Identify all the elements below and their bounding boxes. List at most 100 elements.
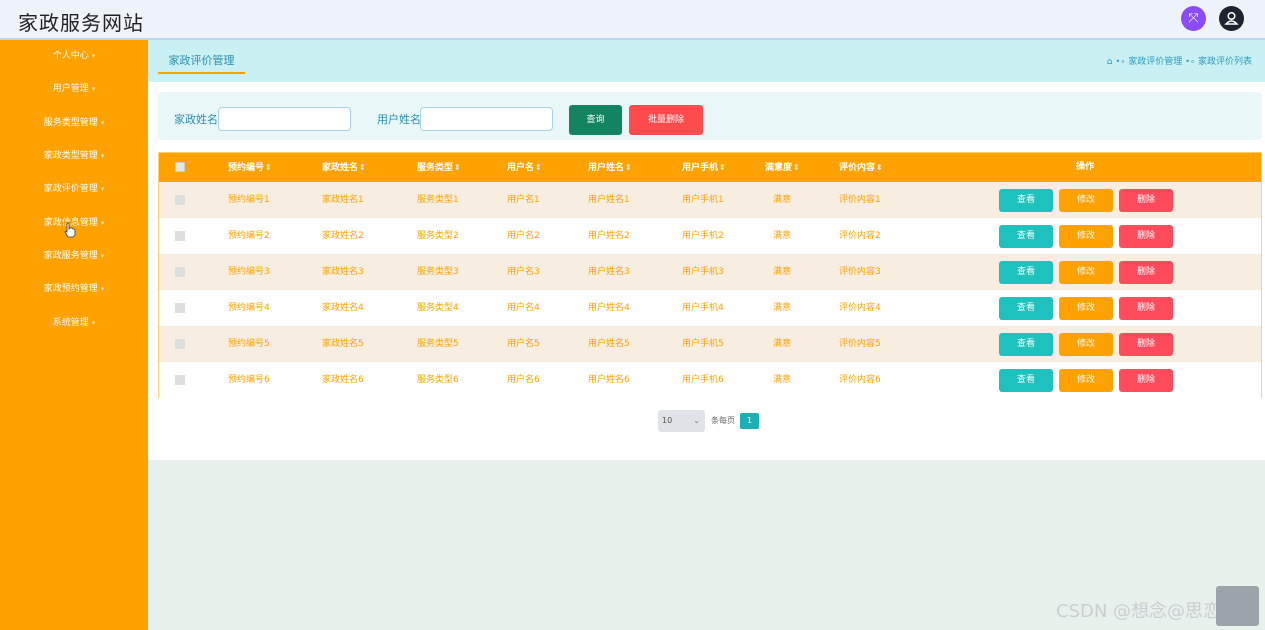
table-cell: 服务类型3 (417, 267, 459, 277)
sidebar-item-bookings[interactable]: 家政预约管理 ▾ (0, 278, 148, 300)
sidebar-item-label: 用户管理 (52, 84, 89, 94)
sidebar-item-service-types[interactable]: 服务类型管理 ▾ (0, 112, 148, 134)
column-header[interactable]: 家政姓名⇕ (322, 153, 366, 182)
table-cell: 家政姓名2 (322, 231, 364, 241)
user-name-label: 用户姓名 (377, 113, 421, 126)
user-icon[interactable] (1219, 6, 1244, 31)
edit-button[interactable]: 修改 (1059, 189, 1113, 212)
edit-button[interactable]: 修改 (1059, 261, 1113, 284)
delete-button[interactable]: 删除 (1119, 261, 1173, 284)
table-row: 预约编号3 家政姓名3 服务类型3 用户名3 用户姓名3 用户手机3 满意 评价… (159, 254, 1261, 290)
table-row: 预约编号6 家政姓名6 服务类型6 用户名6 用户姓名6 用户手机6 满意 评价… (159, 362, 1261, 398)
tab-evaluation-management[interactable]: 家政评价管理 (158, 52, 245, 74)
row-checkbox[interactable] (175, 231, 185, 241)
edit-button[interactable]: 修改 (1059, 333, 1113, 356)
table-cell: 用户手机2 (682, 231, 724, 241)
select-all-checkbox[interactable] (175, 162, 185, 172)
sidebar-item-label: 系统管理 (52, 318, 89, 328)
housekeeper-name-input[interactable] (218, 107, 351, 131)
table-cell: 评价内容3 (839, 267, 881, 277)
delete-button[interactable]: 删除 (1119, 297, 1173, 320)
breadcrumb-item[interactable]: 家政评价管理 (1128, 57, 1182, 67)
breadcrumb-separator-icon: •∘ (1185, 57, 1195, 66)
row-checkbox[interactable] (175, 375, 185, 385)
edit-button[interactable]: 修改 (1059, 297, 1113, 320)
sidebar-item-services[interactable]: 家政服务管理 ▾ (0, 245, 148, 267)
column-header[interactable]: 服务类型⇕ (417, 153, 461, 182)
table-cell: 用户手机4 (682, 303, 724, 313)
view-button[interactable]: 查看 (999, 333, 1053, 356)
table-cell: 评价内容5 (839, 339, 881, 349)
table-cell: 满意 (773, 267, 792, 277)
column-header[interactable]: 评价内容⇕ (839, 153, 883, 182)
table-cell: 预约编号4 (228, 303, 270, 313)
chevron-down-icon: ▾ (100, 252, 105, 260)
hand-cursor-icon (64, 222, 76, 238)
expand-icon[interactable]: ⤧ (1181, 6, 1206, 31)
sidebar-item-label: 家政预约管理 (43, 284, 98, 294)
delete-button[interactable]: 删除 (1119, 189, 1173, 212)
column-header-actions: 操作 (1076, 162, 1095, 172)
table-cell: 用户姓名6 (588, 375, 630, 385)
view-button[interactable]: 查看 (999, 297, 1053, 320)
sort-icon: ⇕ (719, 163, 726, 172)
column-header[interactable]: 满意度⇕ (765, 153, 800, 182)
chevron-down-icon: ⌄ (693, 416, 700, 425)
breadcrumb-separator-icon: •∘ (1115, 57, 1126, 66)
page-number-button[interactable]: 1 (740, 413, 759, 429)
sidebar-item-system[interactable]: 系统管理 ▾ (0, 312, 148, 334)
column-header[interactable]: 用户姓名⇕ (588, 153, 632, 182)
column-header[interactable]: 用户手机⇕ (682, 153, 726, 182)
tab-bar: 家政评价管理 ⌂ •∘ 家政评价管理 •∘ 家政评价列表 (148, 40, 1265, 82)
sidebar-item-users[interactable]: 用户管理 ▾ (0, 78, 148, 100)
page-size-value: 10 (662, 416, 673, 425)
table-cell: 用户姓名2 (588, 231, 630, 241)
table-cell: 预约编号5 (228, 339, 270, 349)
query-button[interactable]: 查询 (569, 105, 622, 135)
chevron-down-icon: ▾ (91, 52, 96, 60)
sort-icon: ⇕ (876, 163, 883, 172)
page-size-select[interactable]: 10 ⌄ (658, 410, 705, 432)
table-cell: 家政姓名4 (322, 303, 364, 313)
table-cell: 用户姓名5 (588, 339, 630, 349)
table-cell: 用户名5 (507, 339, 540, 349)
top-header: 家政服务网站 ⤧ (0, 0, 1265, 40)
delete-button[interactable]: 删除 (1119, 333, 1173, 356)
table-cell: 预约编号6 (228, 375, 270, 385)
delete-button[interactable]: 删除 (1119, 369, 1173, 392)
sidebar: 个人中心 ▾ 用户管理 ▾ 服务类型管理 ▾ 家政类型管理 ▾ 家政评价管理 ▾ 家政信息… (0, 40, 148, 630)
home-icon[interactable]: ⌂ (1107, 57, 1113, 67)
batch-delete-button[interactable]: 批量删除 (629, 105, 703, 135)
view-button[interactable]: 查看 (999, 369, 1053, 392)
table-cell: 家政姓名3 (322, 267, 364, 277)
column-header[interactable]: 预约编号⇕ (228, 153, 272, 182)
table-cell: 用户名4 (507, 303, 540, 313)
row-checkbox[interactable] (175, 339, 185, 349)
view-button[interactable]: 查看 (999, 189, 1053, 212)
table-cell: 用户名2 (507, 231, 540, 241)
sidebar-item-evaluations[interactable]: 家政评价管理 ▾ (0, 178, 148, 200)
sidebar-item-personal-center[interactable]: 个人中心 ▾ (0, 45, 148, 67)
user-name-input[interactable] (420, 107, 553, 131)
chevron-down-icon: ▾ (100, 119, 105, 127)
sidebar-item-label: 服务类型管理 (43, 118, 98, 128)
table-cell: 服务类型5 (417, 339, 459, 349)
table-cell: 服务类型6 (417, 375, 459, 385)
row-checkbox[interactable] (175, 303, 185, 313)
column-header[interactable]: 用户名⇕ (507, 153, 542, 182)
sidebar-item-label: 个人中心 (52, 51, 89, 61)
delete-button[interactable]: 删除 (1119, 225, 1173, 248)
sidebar-item-housekeeping-types[interactable]: 家政类型管理 ▾ (0, 145, 148, 167)
row-checkbox[interactable] (175, 195, 185, 205)
breadcrumb: ⌂ •∘ 家政评价管理 •∘ 家政评价列表 (1107, 54, 1252, 67)
edit-button[interactable]: 修改 (1059, 369, 1113, 392)
view-button[interactable]: 查看 (999, 225, 1053, 248)
housekeeper-name-label: 家政姓名 (174, 113, 218, 126)
table-cell: 服务类型4 (417, 303, 459, 313)
edit-button[interactable]: 修改 (1059, 225, 1113, 248)
row-checkbox[interactable] (175, 267, 185, 277)
chevron-down-icon: ▾ (100, 219, 105, 227)
view-button[interactable]: 查看 (999, 261, 1053, 284)
table-row: 预约编号2 家政姓名2 服务类型2 用户名2 用户姓名2 用户手机2 满意 评价… (159, 218, 1261, 254)
column-header-label: 服务类型 (417, 163, 454, 173)
